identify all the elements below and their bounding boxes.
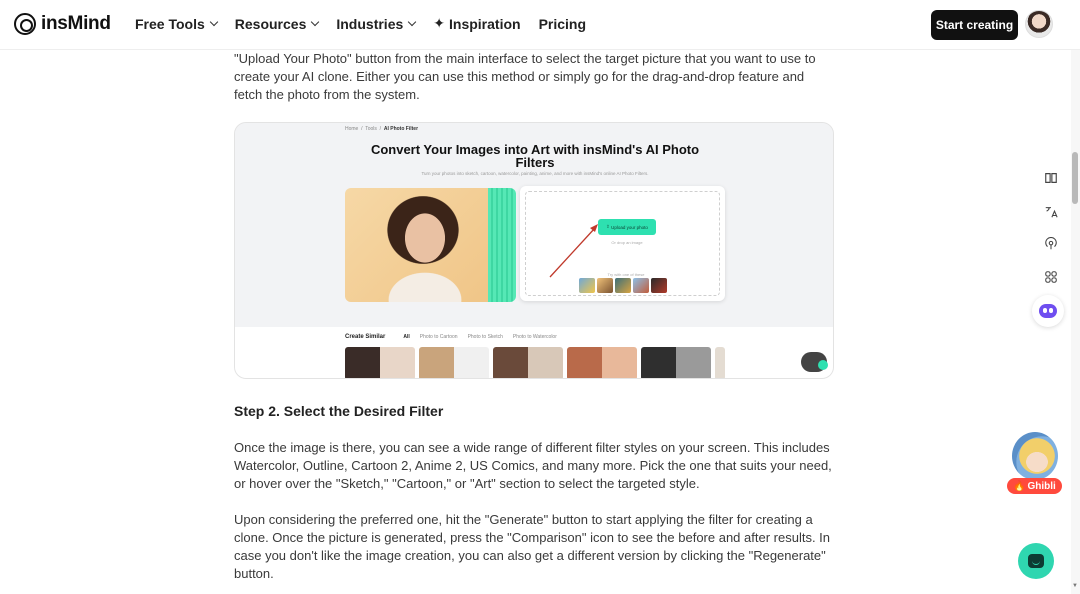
step-2-paragraph-2: Upon considering the preferred one, hit … xyxy=(234,512,831,581)
nav-free-tools[interactable]: Free Tools xyxy=(135,15,219,32)
chevron-down-icon xyxy=(311,17,320,27)
similar-thumb xyxy=(345,347,415,378)
user-avatar[interactable] xyxy=(1025,10,1053,38)
similar-thumb xyxy=(641,347,711,378)
nav-inspiration[interactable]: ✦ Inspiration xyxy=(433,15,520,32)
step-2-paragraph-1: Once the image is there, you can see a w… xyxy=(234,440,832,491)
figure-hero-area: Home / Tools / AI Photo Filter Convert Y… xyxy=(235,123,833,327)
similar-thumb xyxy=(419,347,489,378)
tab-photo-to-watercolor: Photo to Watercolor xyxy=(512,334,557,340)
chat-icon xyxy=(1028,554,1044,568)
start-creating-button[interactable]: Start creating xyxy=(931,10,1018,40)
step-2-heading: Step 2. Select the Desired Filter xyxy=(234,403,444,419)
brand-name: insMind xyxy=(41,13,111,34)
tab-photo-to-cartoon: Photo to Cartoon xyxy=(419,334,458,340)
brand-logo[interactable]: insMind xyxy=(14,13,111,35)
podcast-icon[interactable] xyxy=(1036,230,1066,258)
ghibli-label-text: Ghibli xyxy=(1027,480,1056,492)
ghibli-character-image xyxy=(1010,430,1060,482)
similar-thumb xyxy=(715,347,725,378)
assistant-robot-icon xyxy=(1039,304,1057,318)
similar-thumbnails xyxy=(345,347,725,378)
create-similar-tabs: Create Similar All Photo to Cartoon Phot… xyxy=(345,334,557,340)
main-nav: Free Tools Resources Industries ✦ Inspira… xyxy=(135,15,586,32)
nav-inspiration-label: Inspiration xyxy=(449,15,521,32)
tab-all: All xyxy=(403,334,410,340)
nav-free-tools-label: Free Tools xyxy=(135,15,205,32)
nav-industries[interactable]: Industries xyxy=(336,15,417,32)
page-scrollbar[interactable] xyxy=(1071,0,1080,594)
book-icon[interactable] xyxy=(1036,164,1066,192)
chevron-down-icon xyxy=(408,17,417,27)
create-similar-title: Create Similar xyxy=(345,334,386,340)
similar-thumb xyxy=(567,347,637,378)
scrollbar-thumb[interactable] xyxy=(1072,152,1078,204)
translate-icon[interactable] xyxy=(1036,198,1066,226)
tool-screenshot-figure: Home / Tools / AI Photo Filter Convert Y… xyxy=(234,122,834,379)
red-arrow-annotation xyxy=(549,224,598,278)
ghibli-label: 🔥 Ghibli xyxy=(1007,478,1062,494)
chat-support-button[interactable] xyxy=(1018,543,1054,579)
ghibli-promo-badge[interactable]: 🔥 Ghibli xyxy=(1006,430,1064,496)
scroll-down-arrow-icon[interactable]: ▼ xyxy=(1072,583,1078,589)
create-similar-section: Create Similar All Photo to Cartoon Phot… xyxy=(235,327,833,378)
fire-icon: 🔥 xyxy=(1013,480,1026,492)
status-dot xyxy=(818,360,828,370)
similar-thumb xyxy=(493,347,563,378)
intro-paragraph: "Upload Your Photo" button from the main… xyxy=(234,51,816,102)
grid-icon[interactable] xyxy=(1036,263,1066,291)
nav-pricing-label: Pricing xyxy=(538,15,587,32)
nav-pricing[interactable]: Pricing xyxy=(539,15,586,32)
assistant-robot-button[interactable] xyxy=(1032,295,1064,327)
tab-photo-to-sketch: Photo to Sketch xyxy=(467,334,503,340)
nav-resources[interactable]: Resources xyxy=(234,15,320,32)
top-navigation-bar: insMind Free Tools Resources Industries … xyxy=(0,0,1080,50)
chevron-down-icon xyxy=(209,17,219,27)
logo-mark-icon xyxy=(14,13,36,35)
nav-resources-label: Resources xyxy=(234,15,307,32)
sparkle-icon: ✦ xyxy=(433,15,445,31)
nav-industries-label: Industries xyxy=(336,15,404,32)
